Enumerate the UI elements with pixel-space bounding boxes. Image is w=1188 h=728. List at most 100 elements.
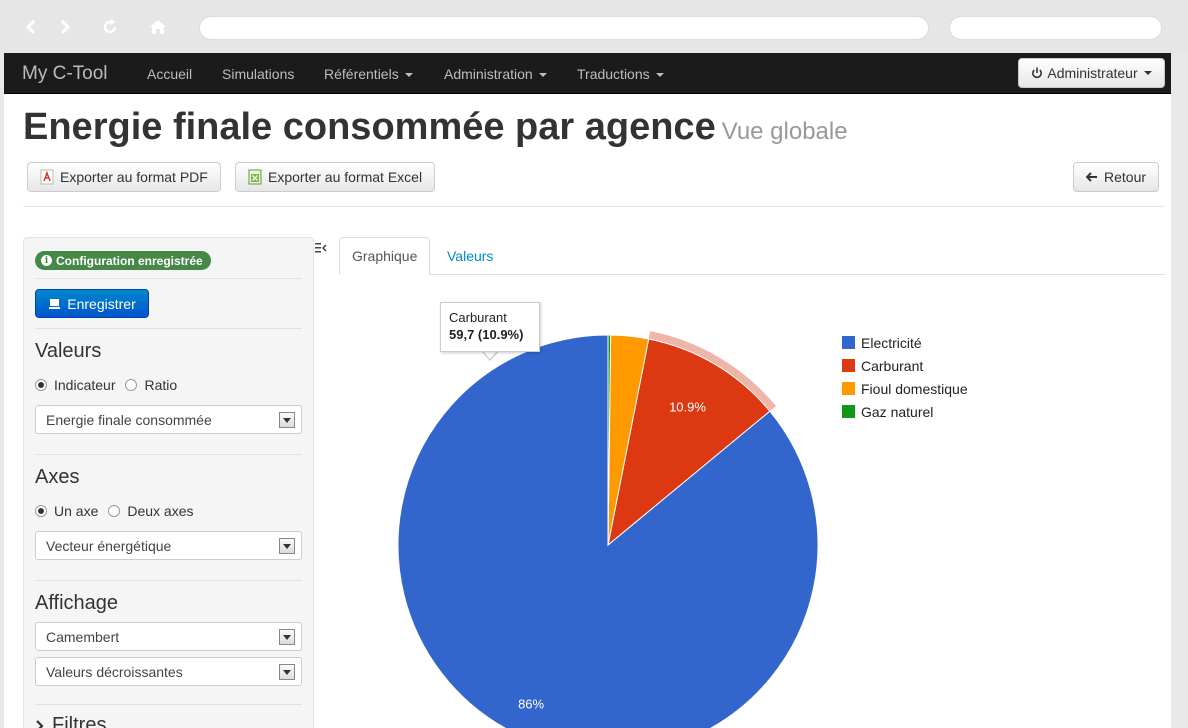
- info-icon: i: [41, 255, 52, 266]
- chart-legend: Electricité Carburant Fioul domestique Gaz …: [842, 331, 968, 423]
- tooltip-value: 59,7 (10.9%): [449, 327, 524, 342]
- valeurs-select-value: Energie finale consommée: [46, 411, 212, 428]
- axes-select[interactable]: Vecteur énergétique: [35, 531, 302, 560]
- home-icon[interactable]: [145, 14, 171, 40]
- divider: [35, 704, 302, 705]
- save-icon: [49, 298, 61, 309]
- status-badge-label: Configuration enregistrée: [56, 253, 203, 268]
- arrow-left-icon: [1086, 172, 1097, 182]
- nav-referentiels-label: Référentiels: [324, 66, 399, 82]
- divider: [35, 454, 302, 455]
- section-affichage-title: Affichage: [35, 592, 119, 614]
- nav-accueil[interactable]: Accueil: [147, 66, 192, 82]
- divider: [35, 278, 302, 279]
- radio-deux-axes[interactable]: [108, 505, 121, 517]
- caret-down-icon: [404, 73, 413, 78]
- export-pdf-label: Exporter au format PDF: [60, 169, 208, 185]
- page-title-text: Energie finale consommée par agence: [23, 106, 716, 148]
- legend-swatch: [842, 405, 855, 418]
- radio-ratio-label: Ratio: [144, 377, 178, 393]
- axes-radio-group: Un axe Deux axes: [35, 503, 194, 519]
- browser-search-bar[interactable]: [949, 16, 1162, 40]
- brand-logo[interactable]: My C-Tool: [22, 63, 108, 85]
- sort-order-select[interactable]: Valeurs décroissantes: [35, 657, 302, 686]
- legend-item-fioul-domestique[interactable]: Fioul domestique: [842, 377, 968, 400]
- nav-traductions-label: Traductions: [577, 66, 650, 82]
- caret-down-icon: [538, 73, 547, 78]
- section-valeurs-title: Valeurs: [35, 340, 102, 362]
- page-title: Energie finale consommée par agence Vue g…: [23, 106, 848, 149]
- sort-order-select-value: Valeurs décroissantes: [46, 663, 183, 680]
- slice-label-electricite: 86%: [518, 696, 544, 711]
- export-excel-label: Exporter au format Excel: [268, 169, 423, 185]
- valeurs-select[interactable]: Energie finale consommée: [35, 405, 302, 434]
- legend-label: Carburant: [861, 357, 924, 374]
- app-navbar: My C-Tool Accueil Simulations Référentie…: [4, 53, 1171, 94]
- caret-down-icon: [1143, 71, 1152, 75]
- caret-down-icon: [655, 73, 664, 78]
- chevron-down-icon: [279, 538, 295, 554]
- filtres-toggle[interactable]: Filtres: [35, 714, 106, 728]
- power-icon: [1032, 67, 1043, 79]
- legend-swatch: [842, 336, 855, 349]
- forward-icon[interactable]: [52, 14, 78, 40]
- legend-item-electricite[interactable]: Electricité: [842, 331, 968, 354]
- tab-valeurs[interactable]: Valeurs: [435, 237, 505, 275]
- page-content: Energie finale consommée par agence Vue g…: [4, 94, 1171, 728]
- tooltip-label: Carburant: [449, 310, 507, 325]
- back-button[interactable]: Retour: [1073, 162, 1160, 192]
- legend-label: Electricité: [861, 334, 922, 351]
- legend-swatch: [842, 382, 855, 395]
- address-bar[interactable]: [199, 16, 929, 40]
- back-label: Retour: [1104, 169, 1147, 185]
- back-icon[interactable]: [18, 14, 44, 40]
- chart-type-select-value: Camembert: [46, 628, 120, 645]
- radio-deux-axes-label: Deux axes: [127, 503, 194, 519]
- nav-administration-label: Administration: [444, 66, 533, 82]
- legend-label: Fioul domestique: [861, 380, 968, 397]
- chevron-right-icon: [36, 719, 44, 728]
- radio-un-axe[interactable]: [35, 505, 47, 517]
- legend-swatch: [842, 359, 855, 372]
- user-menu-button[interactable]: Administrateur: [1018, 58, 1165, 88]
- axes-select-value: Vecteur énergétique: [46, 537, 172, 554]
- browser-chrome: [0, 0, 1188, 53]
- save-label: Enregistrer: [67, 295, 136, 312]
- divider: [35, 580, 302, 581]
- reload-icon[interactable]: [97, 14, 123, 40]
- section-axes-title: Axes: [35, 466, 80, 488]
- export-excel-button[interactable]: Exporter au format Excel: [235, 162, 436, 192]
- slice-label-carburant: 10.9%: [669, 399, 706, 414]
- nav-traductions[interactable]: Traductions: [577, 66, 664, 82]
- radio-un-axe-label: Un axe: [54, 503, 99, 519]
- filtres-label: Filtres: [52, 714, 107, 728]
- chevron-down-icon: [279, 412, 295, 428]
- radio-indicateur[interactable]: [35, 379, 47, 391]
- status-badge: i Configuration enregistrée: [35, 251, 211, 270]
- valeurs-radio-group: Indicateur Ratio: [35, 377, 177, 393]
- legend-item-gaz-naturel[interactable]: Gaz naturel: [842, 400, 968, 423]
- excel-icon: [248, 169, 262, 185]
- tab-graphique[interactable]: Graphique: [339, 237, 431, 275]
- legend-item-carburant[interactable]: Carburant: [842, 354, 968, 377]
- user-menu-label: Administrateur: [1047, 65, 1138, 81]
- nav-simulations[interactable]: Simulations: [222, 66, 294, 82]
- chevron-down-icon: [279, 629, 295, 645]
- divider: [23, 206, 1165, 207]
- radio-ratio[interactable]: [125, 379, 138, 391]
- legend-label: Gaz naturel: [861, 403, 934, 420]
- save-button[interactable]: Enregistrer: [35, 289, 149, 318]
- nav-administration[interactable]: Administration: [444, 66, 547, 82]
- export-pdf-button[interactable]: Exporter au format PDF: [27, 162, 221, 192]
- chevron-down-icon: [279, 664, 295, 680]
- divider: [35, 328, 302, 329]
- nav-referentiels[interactable]: Référentiels: [324, 66, 413, 82]
- page-subtitle: Vue globale: [721, 118, 848, 145]
- chart-tooltip: Carburant 59,7 (10.9%): [440, 302, 540, 352]
- radio-indicateur-label: Indicateur: [54, 377, 116, 393]
- chart-type-select[interactable]: Camembert: [35, 622, 302, 651]
- pdf-icon: [40, 169, 54, 185]
- pie-chart: 86% 10.9%: [397, 331, 819, 728]
- collapse-sidebar-icon[interactable]: [315, 242, 327, 254]
- config-sidebar: i Configuration enregistrée Enregistrer …: [23, 237, 314, 728]
